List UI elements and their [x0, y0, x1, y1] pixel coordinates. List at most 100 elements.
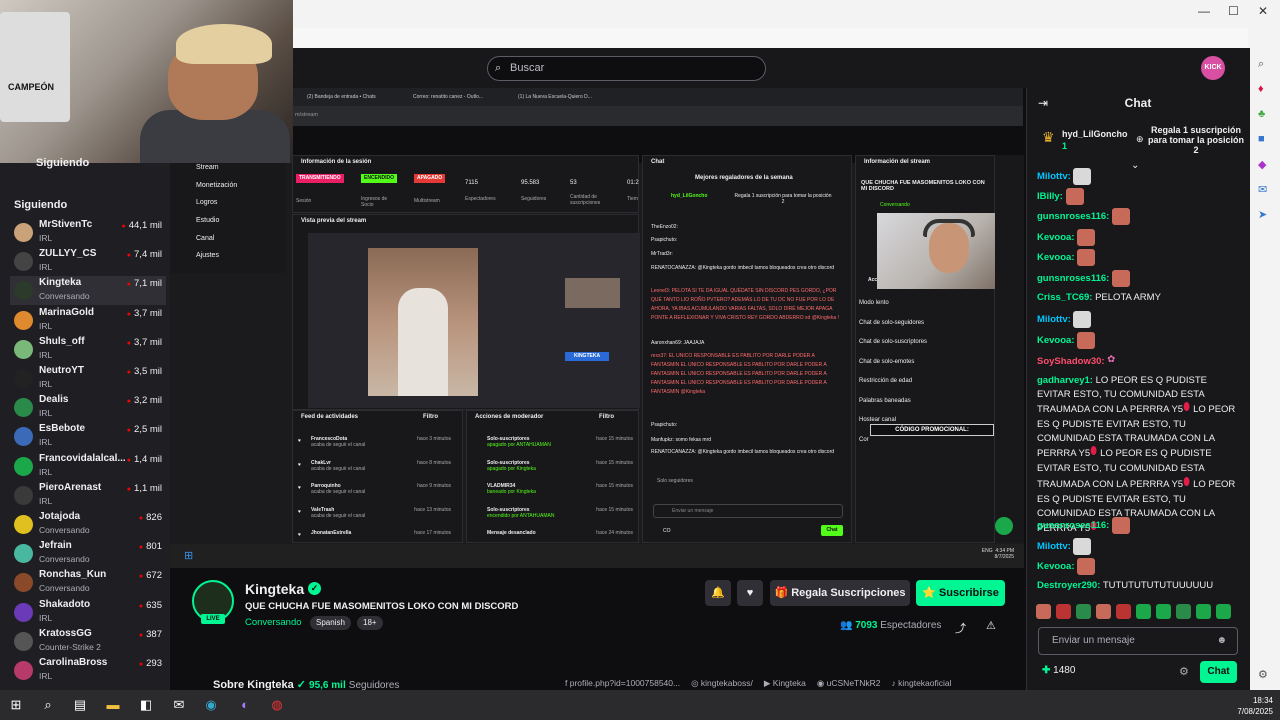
office-icon[interactable]: ■ — [1258, 133, 1265, 145]
setting-item[interactable]: Chat de solo-suscriptores — [859, 339, 927, 345]
chat-username[interactable]: Milottv: — [1037, 314, 1071, 325]
chat-username[interactable]: gunsnroses116: — [1037, 273, 1109, 284]
tools-icon[interactable]: ♦ — [1258, 83, 1264, 95]
emoji-icon[interactable]: ☻ — [1216, 628, 1227, 654]
chat-username[interactable]: IBilly: — [1037, 191, 1063, 202]
sidebar-settings-icon[interactable]: ⚙ — [1258, 668, 1268, 681]
gift-subs-button[interactable]: 🎁 Regala Suscripciones — [770, 580, 910, 606]
sidebar-channel[interactable]: Shuls_off IRL 3,7 mil — [10, 335, 166, 364]
sidebar-channel[interactable]: MarinaGold IRL 3,7 mil — [10, 306, 166, 335]
start-icon[interactable]: ⊞ — [8, 697, 24, 713]
subscribe-button[interactable]: ⭐ Suscribirse — [916, 580, 1005, 606]
sidebar-channel[interactable]: Dealis IRL 3,2 mil — [10, 393, 166, 422]
minimize-button[interactable]: — — [1198, 4, 1210, 18]
sidebar-channel[interactable]: Kingteka Conversando 7,1 mil — [10, 276, 166, 306]
sidebar-channel[interactable]: Ronchas_Kun Conversando 672 — [10, 568, 166, 597]
chat-username[interactable]: Milottv: — [1037, 171, 1071, 182]
chat-username[interactable]: Milottv: — [1037, 541, 1071, 552]
stat-label: Seguidores — [521, 196, 547, 202]
chat-username[interactable]: gunsnroses116: — [1037, 520, 1109, 531]
games-icon[interactable]: ♣ — [1258, 108, 1265, 120]
search-icon[interactable]: ⌕ — [40, 697, 56, 713]
chat-input[interactable]: Enviar un mensaje ☻ — [1038, 627, 1238, 655]
chat-username[interactable]: Criss_TC69: — [1037, 292, 1092, 303]
chat-username[interactable]: gunsnroses116: — [1037, 211, 1109, 222]
sidebar-channel[interactable]: CarolinaBross IRL 293 — [10, 656, 166, 685]
emote-icon[interactable] — [1196, 604, 1211, 619]
edge-icon[interactable]: ◉ — [203, 697, 219, 713]
store-icon[interactable]: ◧ — [138, 697, 154, 713]
social-text: kingtekaboss/ — [700, 678, 753, 688]
chat-send-button[interactable]: Chat — [1200, 661, 1237, 683]
chat-username[interactable]: gadharvey1: — [1037, 375, 1093, 386]
social-link[interactable]: ▶ Kingteka — [764, 678, 806, 688]
user-avatar[interactable]: KICK — [1201, 56, 1225, 80]
mod-filter[interactable]: Filtro — [599, 414, 614, 420]
sidebar-channel[interactable]: ZULLYY_CS IRL 7,4 mil — [10, 247, 166, 276]
emote-icon[interactable] — [1156, 604, 1171, 619]
quick-actions-title: Acc — [868, 277, 878, 283]
inner-fab[interactable] — [995, 517, 1013, 535]
tag-spanish[interactable]: Spanish — [310, 616, 351, 630]
chat-username[interactable]: Kevooa: — [1037, 232, 1074, 243]
social-link[interactable]: ◉ uCSNeTNkR2 — [817, 678, 881, 688]
sidebar-channel[interactable]: Jotajoda Conversando 826 — [10, 510, 166, 539]
sidebar-channel[interactable]: MrStivenTc IRL 44,1 mil — [10, 218, 166, 247]
mail-icon[interactable]: ✉ — [171, 697, 187, 713]
chat-username[interactable]: Kevooa: — [1037, 335, 1074, 346]
sidebar-channel[interactable]: KratossGG Counter-Strike 2 387 — [10, 627, 166, 656]
setting-item[interactable]: Restricción de edad — [859, 378, 912, 384]
chrome-icon[interactable]: ◍ — [269, 697, 285, 713]
setting-item[interactable]: Chat de solo-emotes — [859, 359, 914, 365]
sidebar-channel[interactable]: Shakadoto IRL 635 — [10, 598, 166, 627]
task-view-icon[interactable]: ▤ — [72, 697, 88, 713]
social-link[interactable]: ♪ kingtekaoficial — [892, 678, 952, 688]
emote-icon[interactable] — [1036, 604, 1051, 619]
stream-category[interactable]: Conversando — [245, 617, 302, 628]
emote-icon[interactable] — [1216, 604, 1231, 619]
social-link[interactable]: f profile.php?id=1000758540... — [565, 678, 680, 688]
chat-settings-icon[interactable]: ⚙ — [1179, 665, 1189, 678]
setting-item[interactable]: Chat de solo-seguidores — [859, 320, 924, 326]
setting-item[interactable]: Modo lento — [859, 300, 889, 306]
maximize-button[interactable]: ☐ — [1228, 4, 1239, 18]
sidebar-channel[interactable]: EsBebote IRL 2,5 mil — [10, 422, 166, 451]
setting-item[interactable]: Palabras baneadas — [859, 398, 911, 404]
outlook-icon[interactable]: ✉ — [1258, 183, 1267, 196]
emote-icon[interactable] — [1116, 604, 1131, 619]
close-window-button[interactable]: ✕ — [1258, 4, 1268, 18]
setting-item[interactable]: Hostear canal — [859, 417, 896, 423]
chat-username[interactable]: SoyShadow30: — [1037, 356, 1105, 367]
emote-icon[interactable] — [1096, 604, 1111, 619]
follow-heart-icon[interactable]: ♥ — [737, 580, 763, 606]
sidebar-channel[interactable]: PieroArenast IRL 1,1 mil — [10, 481, 166, 510]
tag-18plus[interactable]: 18+ — [357, 616, 383, 630]
emote-icon[interactable] — [1076, 604, 1091, 619]
report-icon[interactable]: ⚠ — [986, 619, 996, 632]
sidebar-channel[interactable]: NeutroYT IRL 3,5 mil — [10, 364, 166, 393]
emote-icon[interactable] — [1176, 604, 1191, 619]
pinned-user[interactable]: hyd_LilGoncho — [1062, 129, 1128, 139]
sidebar-channel[interactable]: Francovidalalcal... IRL 1,4 mil — [10, 452, 166, 481]
emote-icon[interactable] — [1136, 604, 1151, 619]
social-link[interactable]: ◎ kingtekaboss/ — [691, 678, 753, 688]
search-input[interactable]: ⌕ Buscar — [487, 56, 766, 81]
inner-chat-button[interactable]: Chat — [821, 525, 843, 536]
file-explorer-icon[interactable]: ▬ — [105, 697, 121, 713]
obs-icon[interactable]: ◐ — [237, 697, 253, 713]
inner-chat-input[interactable]: Enviar un mensaje — [653, 504, 843, 518]
search-icon[interactable]: ⌕ — [1258, 58, 1264, 71]
chat-username[interactable]: Kevooa: — [1037, 561, 1074, 572]
notifications-bell-icon[interactable]: 🔔 — [705, 580, 731, 606]
channel-name[interactable]: Kingteka — [245, 581, 304, 597]
designer-icon[interactable]: ◆ — [1258, 158, 1266, 171]
telegram-icon[interactable]: ➤ — [1258, 208, 1267, 221]
share-icon[interactable]: ⤴ — [955, 620, 966, 636]
feed-filter[interactable]: Filtro — [423, 414, 438, 420]
emote-icon[interactable] — [1056, 604, 1071, 619]
setting-item[interactable]: Cor — [859, 437, 869, 443]
chat-username[interactable]: Kevooa: — [1037, 252, 1074, 263]
sidebar-channel[interactable]: Jefrain Conversando 801 — [10, 539, 166, 568]
channel-points[interactable]: ✚ 1480 — [1042, 665, 1075, 676]
chat-username[interactable]: Destroyer290: — [1037, 580, 1100, 591]
